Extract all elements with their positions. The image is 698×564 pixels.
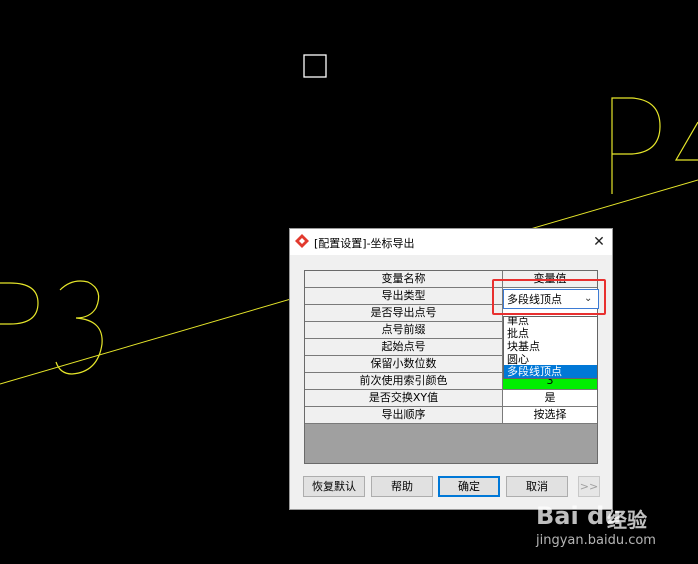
ok-button[interactable]: 确定 <box>438 476 500 497</box>
table-row[interactable]: 是否交换XY值 是 <box>305 390 597 407</box>
row-name: 保留小数位数 <box>305 356 503 373</box>
dropdown-option[interactable]: 单点 <box>504 317 597 327</box>
row-name: 点号前缀 <box>305 322 503 339</box>
coordinate-export-dialog: [配置设置]-坐标导出 ✕ 变量名称 变量值 导出类型 是否导出点号 点号前缀 … <box>289 228 613 510</box>
more-button[interactable]: >> <box>578 476 600 497</box>
row-name: 是否交换XY值 <box>305 390 503 407</box>
column-header-name: 变量名称 <box>305 271 503 288</box>
baidu-jingyan-watermark: Bai du 经验 jingyan.baidu.com <box>536 500 696 560</box>
dropdown-option-selected[interactable]: 多段线顶点 <box>504 365 597 378</box>
cancel-button[interactable]: 取消 <box>506 476 568 497</box>
watermark-text: 经验 <box>607 508 647 532</box>
row-name: 起始点号 <box>305 339 503 356</box>
row-name: 导出类型 <box>305 288 503 305</box>
pickbox-cursor <box>303 54 327 78</box>
row-name: 导出顺序 <box>305 407 503 424</box>
row-name: 是否导出点号 <box>305 305 503 322</box>
label-p3 <box>0 280 103 375</box>
annotation-highlight-box <box>492 279 606 315</box>
watermark-url: jingyan.baidu.com <box>536 533 656 548</box>
dialog-titlebar[interactable]: [配置设置]-坐标导出 ✕ <box>290 229 612 255</box>
help-button[interactable]: 帮助 <box>371 476 433 497</box>
dialog-title: [配置设置]-坐标导出 <box>314 237 415 250</box>
row-value[interactable]: 按选择 <box>503 407 597 424</box>
close-icon[interactable]: ✕ <box>590 233 608 251</box>
dropdown-option[interactable]: 块基点 <box>504 340 597 353</box>
label-p4 <box>611 97 698 194</box>
app-logo-icon <box>295 234 309 248</box>
row-name: 前次使用索引颜色 <box>305 373 503 390</box>
export-type-dropdown-list: 单点 批点 块基点 圆心 多段线顶点 <box>503 316 598 379</box>
row-value[interactable]: 是 <box>503 390 597 407</box>
restore-defaults-button[interactable]: 恢复默认 <box>303 476 365 497</box>
table-row[interactable]: 导出顺序 按选择 <box>305 407 597 424</box>
dropdown-option[interactable]: 批点 <box>504 327 597 340</box>
